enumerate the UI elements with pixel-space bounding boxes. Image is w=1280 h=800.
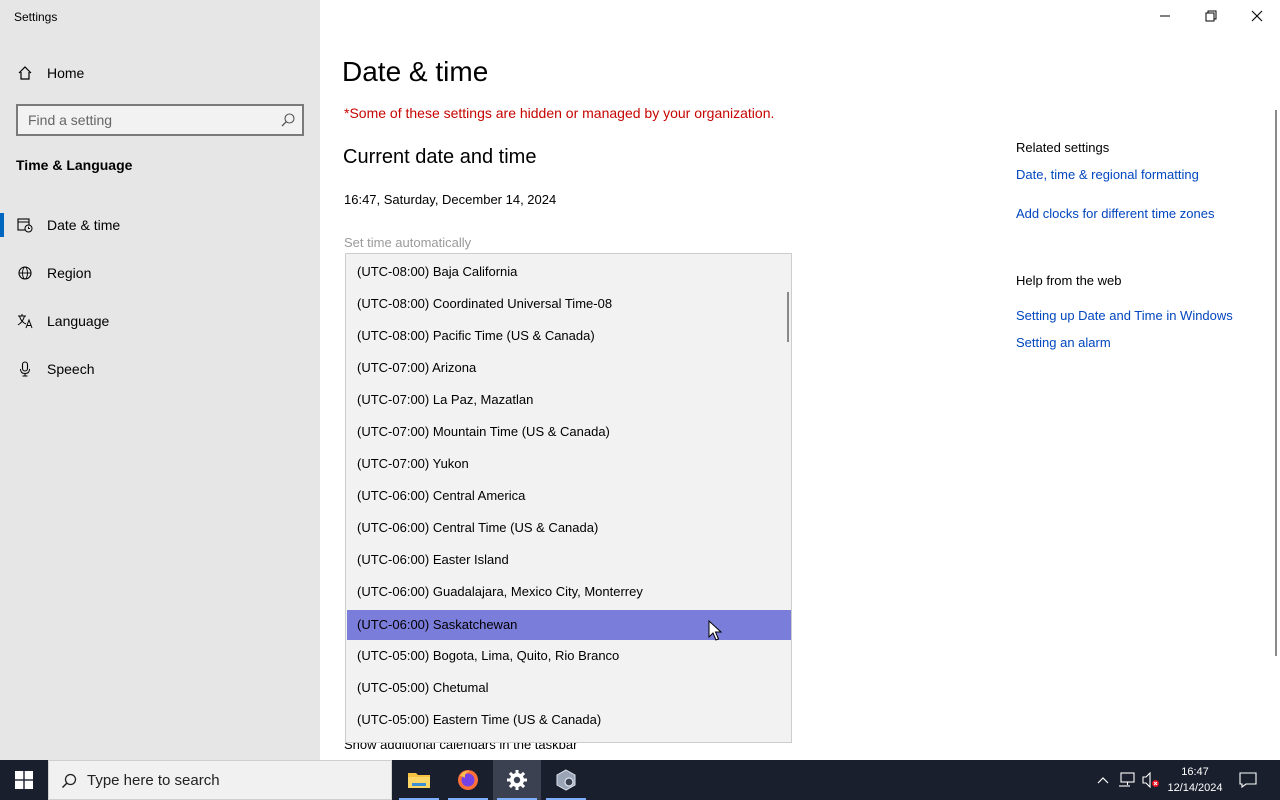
timezone-option[interactable]: (UTC-07:00) Mountain Time (US & Canada) <box>347 417 791 447</box>
home-icon <box>18 66 32 80</box>
taskbar-search[interactable] <box>48 760 392 800</box>
timezone-option[interactable]: (UTC-05:00) Chetumal <box>347 673 791 703</box>
network-icon <box>1119 772 1135 787</box>
help-from-web-title: Help from the web <box>1016 273 1122 288</box>
app-title: Settings <box>14 10 58 24</box>
taskbar-file-explorer[interactable] <box>395 760 443 800</box>
find-setting-input[interactable] <box>18 106 274 134</box>
sidebar-item-date-time[interactable]: Date & time <box>0 207 320 243</box>
sidebar: Settings Home Time & Language Date & tim… <box>0 0 320 760</box>
sidebar-item-label: Region <box>47 265 92 281</box>
start-button[interactable] <box>0 760 48 800</box>
timezone-option[interactable]: (UTC-07:00) Arizona <box>347 353 791 383</box>
current-time-value: 16:47, Saturday, December 14, 2024 <box>344 192 557 207</box>
app-icon <box>556 769 576 791</box>
timezone-option[interactable]: (UTC-08:00) Coordinated Universal Time-0… <box>347 289 791 319</box>
find-setting-search[interactable] <box>16 104 304 136</box>
sidebar-item-label: Speech <box>47 361 95 377</box>
taskbar-firefox[interactable] <box>444 760 492 800</box>
section-title: Time & Language <box>16 157 133 173</box>
taskbar: 16:47 12/14/2024 <box>0 760 1280 800</box>
calendar-clock-icon <box>17 218 33 233</box>
mouse-cursor-icon <box>708 620 722 641</box>
timezone-option[interactable]: (UTC-05:00) Bogota, Lima, Quito, Rio Bra… <box>347 641 791 671</box>
chevron-up-icon <box>1097 777 1109 784</box>
taskbar-search-input[interactable] <box>87 761 387 799</box>
clock-time: 16:47 <box>1181 766 1209 778</box>
search-icon <box>61 773 77 789</box>
current-date-time-heading: Current date and time <box>343 146 537 168</box>
close-button[interactable] <box>1234 0 1280 32</box>
page-title: Date & time <box>342 56 489 87</box>
settings-gear-icon <box>507 770 527 790</box>
timezone-option[interactable]: (UTC-06:00) Easter Island <box>347 545 791 575</box>
timezone-option-selected[interactable]: (UTC-06:00) Saskatchewan <box>347 610 791 640</box>
windows-logo-icon <box>15 771 33 789</box>
sidebar-item-label: Date & time <box>47 217 121 233</box>
page-scrollbar[interactable] <box>1275 110 1277 656</box>
timezone-option[interactable]: (UTC-07:00) Yukon <box>347 449 791 479</box>
firefox-icon <box>458 770 478 790</box>
file-explorer-icon <box>408 773 430 788</box>
search-icon[interactable] <box>280 112 296 128</box>
timezone-option[interactable]: (UTC-07:00) La Paz, Mazatlan <box>347 385 791 415</box>
nav-home-label: Home <box>47 65 85 81</box>
timezone-option[interactable]: (UTC-06:00) Central Time (US & Canada) <box>347 513 791 543</box>
link-add-clocks[interactable]: Add clocks for different time zones <box>1016 206 1214 221</box>
sidebar-item-speech[interactable]: Speech <box>0 351 320 387</box>
related-settings-title: Related settings <box>1016 140 1110 155</box>
set-time-automatically-label: Set time automatically <box>344 235 472 250</box>
tray-volume-button[interactable] <box>1140 760 1162 800</box>
timezone-option[interactable]: (UTC-08:00) Baja California <box>347 257 791 287</box>
clock-date: 12/14/2024 <box>1167 782 1223 794</box>
sidebar-item-region[interactable]: Region <box>0 255 320 291</box>
notifications-button[interactable] <box>1232 760 1264 800</box>
link-setting-an-alarm[interactable]: Setting an alarm <box>1016 335 1111 350</box>
tray-network-button[interactable] <box>1116 760 1138 800</box>
link-setting-up-date-time[interactable]: Setting up Date and Time in Windows <box>1016 308 1233 323</box>
timezone-dropdown-list[interactable]: (UTC-08:00) Baja California (UTC-08:00) … <box>345 253 792 743</box>
timezone-option[interactable]: (UTC-06:00) Central America <box>347 481 791 511</box>
close-icon <box>1251 10 1263 22</box>
timezone-option[interactable]: (UTC-05:00) Eastern Time (US & Canada) <box>347 705 791 735</box>
nav-home[interactable]: Home <box>0 58 320 88</box>
microphone-icon <box>20 361 30 377</box>
tray-overflow-button[interactable] <box>1092 760 1114 800</box>
dropdown-scrollbar[interactable] <box>787 292 789 342</box>
taskbar-app[interactable] <box>542 760 590 800</box>
volume-muted-icon <box>1142 772 1159 788</box>
restore-button[interactable] <box>1188 0 1234 32</box>
language-icon <box>17 314 33 329</box>
restore-icon <box>1205 10 1217 22</box>
notification-icon <box>1239 772 1257 788</box>
timezone-option[interactable]: (UTC-06:00) Guadalajara, Mexico City, Mo… <box>347 577 791 607</box>
org-warning: *Some of these settings are hidden or ma… <box>344 105 775 121</box>
taskbar-settings[interactable] <box>493 760 541 800</box>
taskbar-clock[interactable]: 16:47 12/14/2024 <box>1160 764 1230 796</box>
sidebar-item-language[interactable]: Language <box>0 303 320 339</box>
link-date-time-regional-formatting[interactable]: Date, time & regional formatting <box>1016 167 1199 182</box>
globe-icon <box>18 266 32 280</box>
minimize-icon <box>1160 15 1170 17</box>
minimize-button[interactable] <box>1142 0 1188 32</box>
timezone-option[interactable]: (UTC-08:00) Pacific Time (US & Canada) <box>347 321 791 351</box>
sidebar-item-label: Language <box>47 313 110 329</box>
